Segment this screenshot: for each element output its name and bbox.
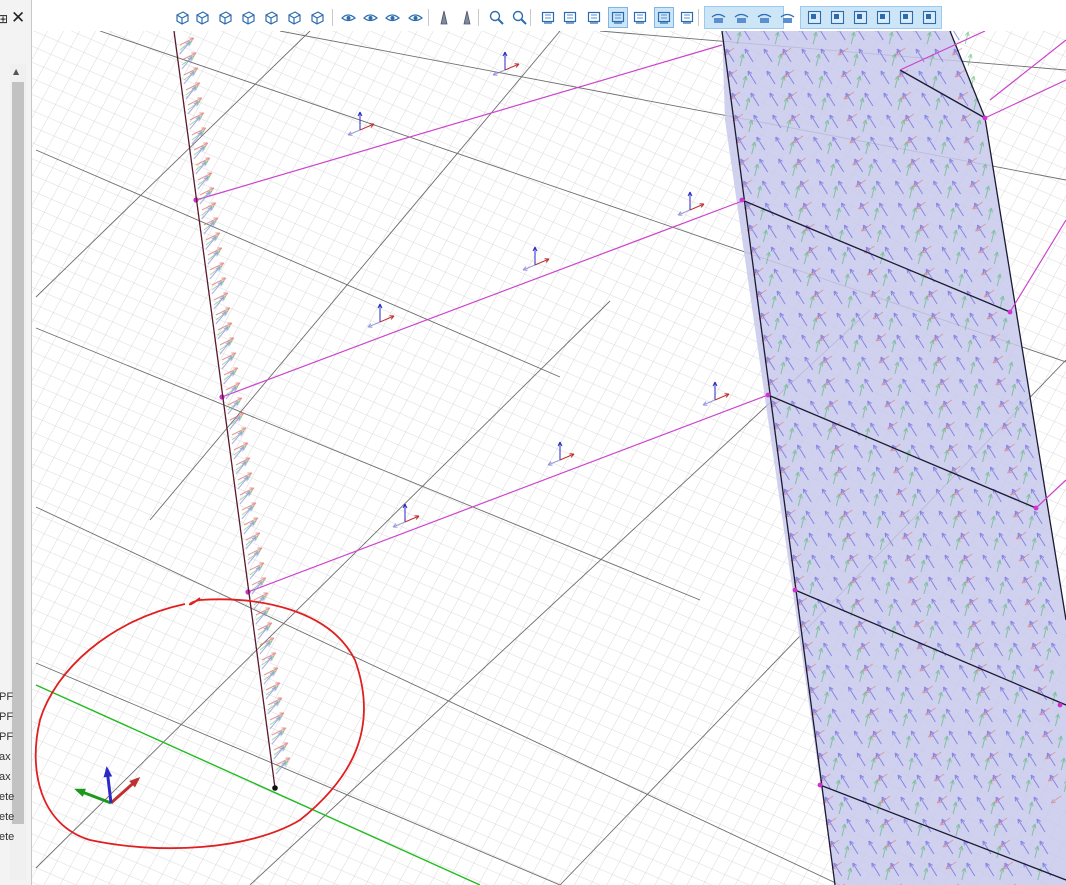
model-scene[interactable] bbox=[32, 31, 1066, 885]
view-back-button[interactable] bbox=[215, 7, 235, 28]
tree-item-label[interactable]: ete bbox=[0, 831, 14, 843]
view-front-button[interactable] bbox=[192, 7, 212, 28]
tree-item-label[interactable]: PF bbox=[0, 711, 13, 723]
deselect-icon bbox=[680, 11, 693, 24]
toolbar-separator bbox=[428, 9, 429, 26]
layer-3-button[interactable] bbox=[850, 7, 870, 28]
layer-4-button[interactable] bbox=[873, 7, 893, 28]
section-view-4-button[interactable] bbox=[777, 7, 797, 28]
tree-item-label[interactable]: ete bbox=[0, 791, 14, 803]
layer-1-icon bbox=[807, 10, 821, 25]
measure-icon bbox=[563, 11, 576, 24]
view-toolbar bbox=[168, 6, 943, 30]
zoom-all-icon bbox=[489, 10, 504, 25]
axes-button[interactable] bbox=[630, 7, 650, 28]
perspective-icon bbox=[439, 10, 448, 25]
hide-button[interactable] bbox=[382, 7, 402, 28]
hide-icon bbox=[384, 14, 400, 22]
toolbar-separator bbox=[478, 9, 479, 26]
snapshot-button[interactable] bbox=[405, 7, 425, 28]
node-point bbox=[792, 587, 798, 593]
grid-active-button[interactable] bbox=[608, 7, 628, 28]
section-view-1-icon bbox=[711, 13, 725, 23]
tree-item-label[interactable]: ete bbox=[0, 811, 14, 823]
view-back-icon bbox=[218, 11, 232, 25]
section-view-2-icon bbox=[734, 13, 748, 23]
select-icon bbox=[657, 11, 670, 24]
perspective-button[interactable] bbox=[434, 7, 454, 28]
layer-3-icon bbox=[853, 10, 867, 25]
grid-button[interactable] bbox=[584, 7, 604, 28]
vertical-scrollbar[interactable]: ▲ bbox=[10, 64, 26, 880]
grid-icon bbox=[587, 11, 600, 24]
view-top-icon bbox=[287, 11, 301, 25]
layer-5-icon bbox=[899, 10, 913, 25]
column-icon bbox=[462, 10, 471, 25]
scroll-up-icon[interactable]: ▲ bbox=[13, 67, 19, 76]
node-point bbox=[817, 782, 823, 788]
view-top-button[interactable] bbox=[284, 7, 304, 28]
view-right-button[interactable] bbox=[261, 7, 281, 28]
view-left-button[interactable] bbox=[238, 7, 258, 28]
axes-icon bbox=[633, 11, 646, 24]
view-iso-button[interactable] bbox=[172, 7, 192, 28]
tree-item-label[interactable]: ax bbox=[0, 751, 11, 763]
layer-4-icon bbox=[876, 10, 890, 25]
section-view-3-button[interactable] bbox=[754, 7, 774, 28]
show-icon bbox=[362, 14, 378, 22]
layer-2-icon bbox=[830, 10, 844, 25]
display-icon bbox=[541, 11, 554, 24]
view-left-icon bbox=[241, 11, 255, 25]
visibility-button[interactable] bbox=[338, 7, 358, 28]
zoom-all-button[interactable] bbox=[486, 7, 506, 28]
left-panel: ⊞ ✕ ▲ PF PF PF ax ax ete ete ete bbox=[0, 0, 32, 885]
section-view-1-button[interactable] bbox=[708, 7, 728, 28]
layer-6-icon bbox=[922, 10, 936, 25]
section-view-2-button[interactable] bbox=[731, 7, 751, 28]
view-right-icon bbox=[264, 11, 278, 25]
view-bottom-icon bbox=[310, 11, 324, 25]
toolbar-separator bbox=[530, 9, 531, 26]
layer-2-button[interactable] bbox=[827, 7, 847, 28]
view-bottom-button[interactable] bbox=[307, 7, 327, 28]
node-point bbox=[1057, 702, 1063, 708]
layer-1-button[interactable] bbox=[804, 7, 824, 28]
zoom-window-icon bbox=[512, 10, 527, 25]
select-button[interactable] bbox=[654, 7, 674, 28]
section-view-4-icon bbox=[780, 13, 794, 23]
snapshot-icon bbox=[407, 14, 423, 22]
zoom-window-button[interactable] bbox=[509, 7, 529, 28]
pin-icon[interactable]: ⊞ bbox=[0, 12, 8, 26]
support-node bbox=[272, 785, 278, 791]
close-icon[interactable]: ✕ bbox=[11, 8, 25, 28]
layer-5-button[interactable] bbox=[896, 7, 916, 28]
toolbar-separator bbox=[332, 9, 333, 26]
column-button[interactable] bbox=[457, 7, 477, 28]
show-button[interactable] bbox=[360, 7, 380, 28]
section-view-3-icon bbox=[757, 13, 771, 23]
tree-item-label[interactable]: PF bbox=[0, 691, 13, 703]
tree-item-label[interactable]: ax bbox=[0, 771, 11, 783]
3d-viewport[interactable] bbox=[32, 31, 1066, 885]
measure-button[interactable] bbox=[560, 7, 580, 28]
panel-header: ⊞ ✕ bbox=[0, 8, 31, 30]
visibility-icon bbox=[340, 14, 356, 22]
display-button[interactable] bbox=[538, 7, 558, 28]
scroll-thumb[interactable] bbox=[12, 82, 24, 824]
deselect-button[interactable] bbox=[677, 7, 697, 28]
toolbar-separator bbox=[698, 9, 699, 26]
view-front-icon bbox=[195, 11, 209, 25]
layer-6-button[interactable] bbox=[919, 7, 939, 28]
view-iso-icon bbox=[175, 11, 189, 25]
grid-active-icon bbox=[611, 11, 624, 24]
tree-item-label[interactable]: PF bbox=[0, 731, 13, 743]
